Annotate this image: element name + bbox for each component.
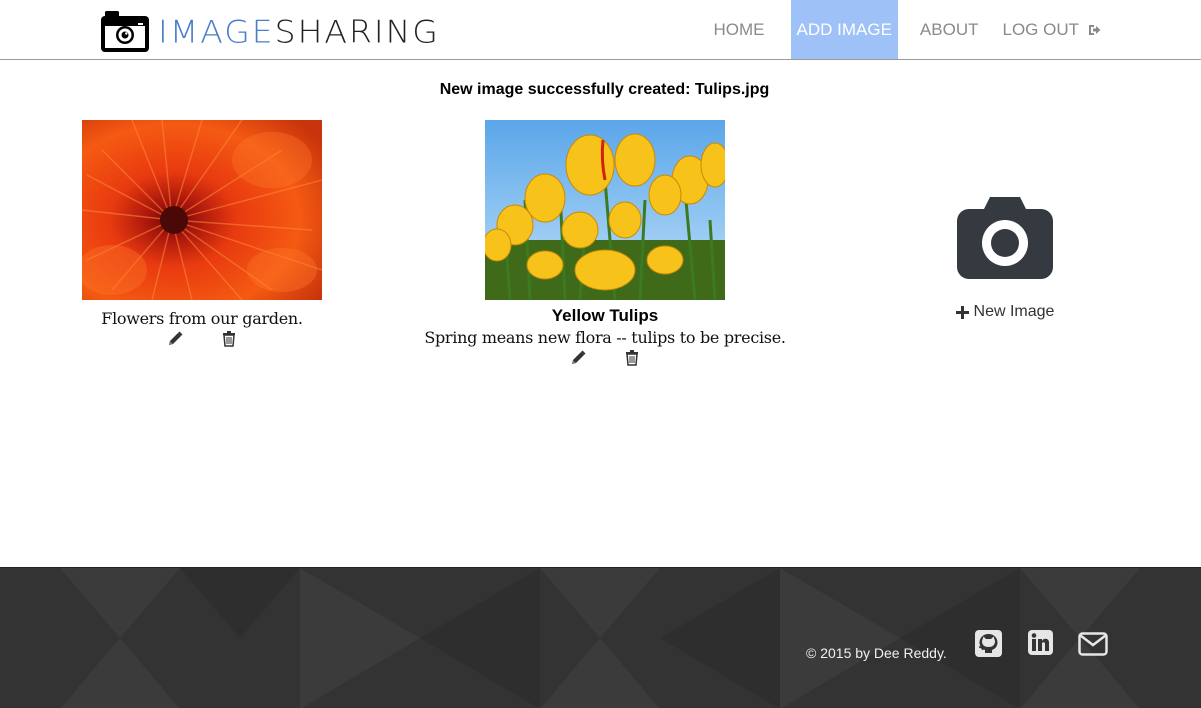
nav-about[interactable]: ABOUT — [908, 0, 991, 59]
yellow-tulips-image[interactable] — [485, 120, 725, 300]
success-flash-message: New image successfully created: Tulips.j… — [439, 81, 770, 98]
gallery-card: Flowers from our garden. — [0, 120, 404, 348]
copyright-text: © 2015 by Dee Reddy. — [806, 645, 947, 661]
orange-chrysanthemum-image[interactable] — [82, 120, 322, 300]
plus-icon — [955, 305, 969, 319]
gallery-card: Yellow Tulips Spring means new flora -- … — [403, 120, 807, 367]
logo-word-image: IMAGE — [158, 12, 275, 50]
footer: © 2015 by Dee Reddy. — [0, 567, 1201, 708]
nav-home[interactable]: HOME — [702, 0, 777, 59]
top-navbar: IMAGESHARING HOME ADD IMAGE ABOUT LOG OU… — [0, 0, 1201, 60]
image-actions — [0, 330, 404, 348]
delete-trash-icon[interactable] — [623, 349, 641, 367]
nav-add-image[interactable]: ADD IMAGE — [790, 0, 898, 59]
main-nav: HOME ADD IMAGE ABOUT LOG OUT — [702, 0, 1113, 59]
logo-wordmark: IMAGESHARING — [158, 15, 440, 46]
image-description: Spring means new flora -- tulips to be p… — [424, 328, 786, 347]
image-description: Flowers from our garden. — [101, 309, 303, 328]
new-image-tile[interactable]: New Image — [930, 195, 1080, 324]
new-image-label: New Image — [973, 303, 1055, 320]
camera-icon[interactable] — [957, 195, 1053, 281]
image-title: Yellow Tulips — [551, 306, 659, 325]
image-actions — [403, 349, 807, 367]
edit-pencil-icon[interactable] — [569, 349, 587, 367]
delete-trash-icon[interactable] — [220, 330, 238, 348]
sign-out-icon — [1089, 24, 1101, 35]
github-icon[interactable] — [975, 630, 1002, 657]
edit-pencil-icon[interactable] — [166, 330, 184, 348]
footer-background-pattern — [60, 568, 1140, 708]
nav-logout-label: LOG OUT — [1002, 19, 1079, 39]
new-image-button[interactable]: New Image — [955, 303, 1055, 321]
linkedin-icon[interactable] — [1028, 630, 1053, 655]
site-logo[interactable]: IMAGESHARING — [100, 9, 440, 53]
envelope-icon[interactable] — [1078, 632, 1108, 656]
camera-logo-icon — [101, 10, 149, 52]
logo-word-sharing: SHARING — [274, 12, 440, 50]
nav-logout[interactable]: LOG OUT — [990, 0, 1113, 59]
